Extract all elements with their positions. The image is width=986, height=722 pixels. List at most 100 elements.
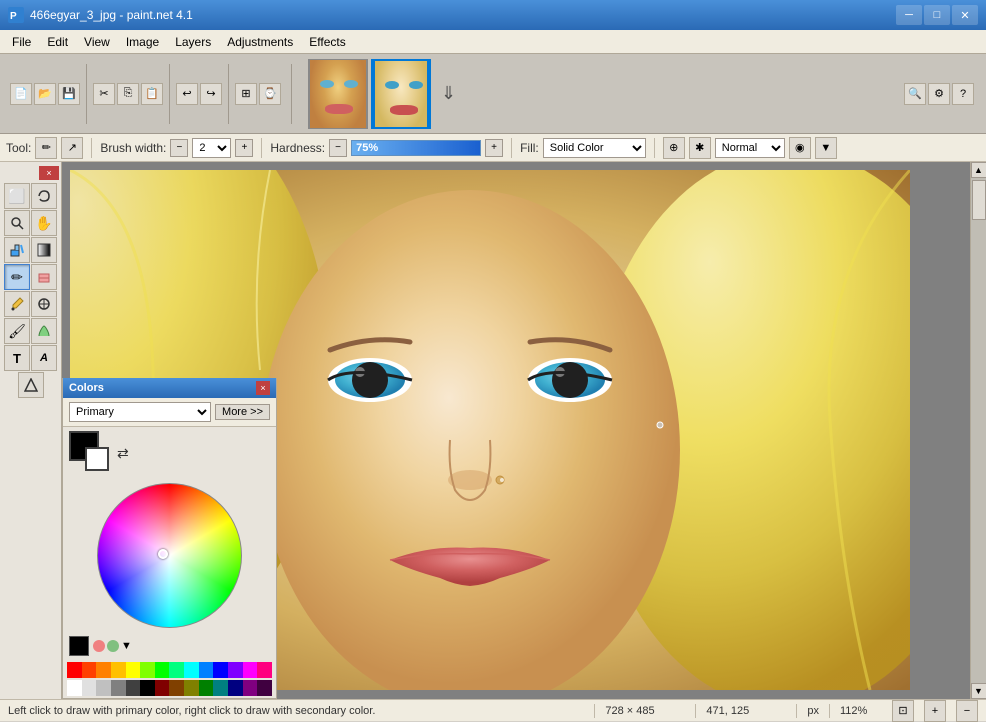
palette-cell[interactable]: [243, 662, 258, 678]
menu-image[interactable]: Image: [118, 33, 167, 51]
fill-select[interactable]: Solid Color Linear Gradient Radial Gradi…: [543, 138, 646, 158]
color-picker-btn[interactable]: [4, 291, 30, 317]
thumbnail-1[interactable]: [308, 59, 368, 129]
zoom-btn[interactable]: [4, 210, 30, 236]
palette-cell[interactable]: [243, 680, 258, 696]
palette-cell[interactable]: [126, 662, 141, 678]
colors-close-btn[interactable]: ×: [256, 381, 270, 395]
rectangle-select-btn[interactable]: ⬜: [4, 183, 30, 209]
palette-cell[interactable]: [184, 680, 199, 696]
text-btn[interactable]: T: [4, 345, 30, 371]
swap-colors-btn[interactable]: ⇄: [117, 445, 129, 462]
palette-cell[interactable]: [111, 680, 126, 696]
palette-cell[interactable]: [213, 680, 228, 696]
pan-btn[interactable]: ✋: [31, 210, 57, 236]
tool-arrow-btn[interactable]: ↗: [61, 137, 83, 159]
recolor-btn[interactable]: [31, 318, 57, 344]
antialiasing-btn[interactable]: ✱: [689, 137, 711, 159]
help-btn[interactable]: ?: [952, 83, 974, 105]
blend-mode-select[interactable]: Normal Multiply Screen Overlay Darken Li…: [715, 138, 785, 158]
zoom-in-btn[interactable]: +: [924, 700, 946, 722]
scroll-down-btn[interactable]: ▼: [971, 683, 986, 699]
palette-cell[interactable]: [184, 662, 199, 678]
minimize-button[interactable]: ─: [896, 5, 922, 25]
palette-cell[interactable]: [140, 662, 155, 678]
search-btn[interactable]: 🔍: [904, 83, 926, 105]
palette-cell[interactable]: [155, 662, 170, 678]
palette-cell[interactable]: [126, 680, 141, 696]
menu-layers[interactable]: Layers: [167, 33, 219, 51]
color-dots-btn[interactable]: ▼: [93, 640, 132, 652]
zoom-out-btn[interactable]: −: [956, 700, 978, 722]
thumbnail-2[interactable]: [371, 59, 431, 129]
palette-cell[interactable]: [213, 662, 228, 678]
more-colors-btn[interactable]: More >>: [215, 404, 270, 420]
tool-label: Tool:: [6, 141, 31, 155]
palette-cell[interactable]: [82, 680, 97, 696]
pencil-btn[interactable]: ✏: [4, 264, 30, 290]
settings-btn[interactable]: ⚙: [928, 83, 950, 105]
redo-btn[interactable]: ↪: [200, 83, 222, 105]
scrollbar-vertical[interactable]: ▲ ▼: [970, 162, 986, 699]
hardness-bar[interactable]: 75%: [351, 140, 481, 156]
hardness-minus[interactable]: −: [329, 139, 347, 157]
text-style-btn[interactable]: A: [31, 345, 57, 371]
palette-cell[interactable]: [257, 680, 272, 696]
palette-cell[interactable]: [228, 680, 243, 696]
paint-bucket-btn[interactable]: [4, 237, 30, 263]
shapes-btn[interactable]: [18, 372, 44, 398]
palette-cell[interactable]: [257, 662, 272, 678]
color-mode-select[interactable]: Primary Secondary: [69, 402, 211, 422]
palette-cell[interactable]: [67, 662, 82, 678]
close-button[interactable]: ✕: [952, 5, 978, 25]
palette-cell[interactable]: [111, 662, 126, 678]
brush-width-minus[interactable]: −: [170, 139, 188, 157]
black-swatch[interactable]: [69, 636, 89, 656]
eraser-btn[interactable]: [31, 264, 57, 290]
blend-icon[interactable]: ⊕: [663, 137, 685, 159]
open-btn[interactable]: 📂: [34, 83, 56, 105]
palette-cell[interactable]: [169, 680, 184, 696]
menu-edit[interactable]: Edit: [39, 33, 76, 51]
palette-cell[interactable]: [155, 680, 170, 696]
copy-btn[interactable]: ⎘: [117, 83, 139, 105]
history-btn[interactable]: ⌚: [259, 83, 281, 105]
palette-cell[interactable]: [169, 662, 184, 678]
opacity-btn[interactable]: ◉: [789, 137, 811, 159]
palette-cell[interactable]: [96, 680, 111, 696]
menu-adjustments[interactable]: Adjustments: [219, 33, 301, 51]
palette-cell[interactable]: [96, 662, 111, 678]
palette-cell[interactable]: [199, 662, 214, 678]
scroll-track[interactable]: [971, 178, 986, 683]
zoom-fit-btn[interactable]: ⊡: [892, 700, 914, 722]
save-btn[interactable]: 💾: [58, 83, 80, 105]
cut-btn[interactable]: ✂: [93, 83, 115, 105]
hardness-plus[interactable]: +: [485, 139, 503, 157]
grid-btn[interactable]: ⊞: [235, 83, 257, 105]
color-wheel[interactable]: [97, 483, 242, 628]
tool-pencil-btn[interactable]: ✏: [35, 137, 57, 159]
close-toolbox-btn[interactable]: ×: [39, 166, 59, 180]
palette-cell[interactable]: [82, 662, 97, 678]
maximize-button[interactable]: □: [924, 5, 950, 25]
new-btn[interactable]: 📄: [10, 83, 32, 105]
palette-cell[interactable]: [67, 680, 82, 696]
menu-file[interactable]: File: [4, 33, 39, 51]
brush-width-plus[interactable]: +: [235, 139, 253, 157]
menu-view[interactable]: View: [76, 33, 118, 51]
paste-btn[interactable]: 📋: [141, 83, 163, 105]
menu-effects[interactable]: Effects: [301, 33, 353, 51]
palette-cell[interactable]: [199, 680, 214, 696]
gradient-btn[interactable]: [31, 237, 57, 263]
secondary-color-swatch[interactable]: [85, 447, 109, 471]
scroll-up-btn[interactable]: ▲: [971, 162, 986, 178]
palette-cell[interactable]: [228, 662, 243, 678]
brush-width-select[interactable]: 2 4 6 8 10: [192, 138, 231, 158]
palette-cell[interactable]: [140, 680, 155, 696]
scroll-thumb[interactable]: [972, 180, 986, 220]
undo-btn[interactable]: ↩: [176, 83, 198, 105]
more-options-btn[interactable]: ▼: [815, 137, 837, 159]
brush-btn[interactable]: 🖌: [4, 318, 30, 344]
lasso-select-btn[interactable]: [31, 183, 57, 209]
clone-btn[interactable]: [31, 291, 57, 317]
